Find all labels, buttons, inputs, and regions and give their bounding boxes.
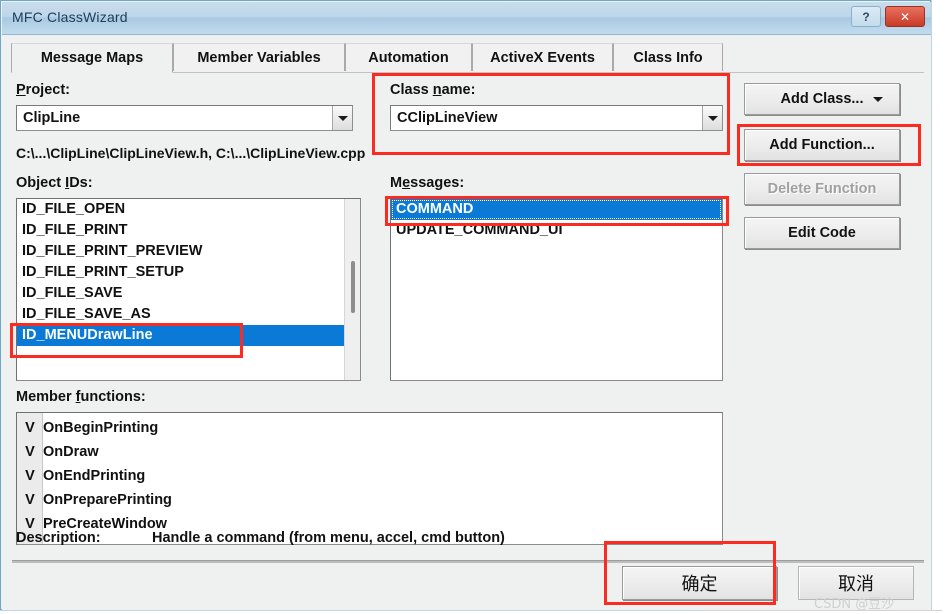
messages-label: Messages:	[390, 175, 465, 191]
footer-separator	[12, 560, 924, 563]
project-combo-value: ClipLine	[23, 110, 81, 126]
project-label: Project:	[16, 82, 70, 98]
mfc-classwizard-window: MFC ClassWizard ? ✕ Message Maps Member …	[0, 0, 942, 612]
object-ids-scrollbar[interactable]	[344, 199, 360, 380]
ok-button[interactable]: 确定	[622, 566, 777, 600]
list-item[interactable]: ID_FILE_SAVE_AS	[17, 304, 360, 325]
list-item[interactable]: ID_FILE_PRINT_SETUP	[17, 262, 360, 283]
list-item[interactable]: ID_FILE_SAVE	[17, 283, 360, 304]
class-name-label: Class name:	[390, 82, 476, 98]
file-path-text: C:\...\ClipLine\ClipLineView.h, C:\...\C…	[16, 145, 366, 161]
edit-code-button[interactable]: Edit Code	[744, 217, 900, 249]
member-function-name: OnDraw	[43, 444, 99, 460]
member-function-name: OnBeginPrinting	[43, 420, 159, 436]
class-name-combo[interactable]: CClipLineView	[390, 105, 723, 131]
list-item[interactable]: ID_FILE_PRINT_PREVIEW	[17, 241, 360, 262]
list-item-selected[interactable]: ID_MENUDrawLine	[17, 325, 360, 346]
tab-class-info[interactable]: Class Info	[613, 43, 723, 71]
virtual-marker-icon: V	[25, 444, 35, 460]
description-label: Description:	[16, 530, 101, 546]
list-item[interactable]: ID_FILE_OPEN	[17, 199, 360, 220]
project-combo[interactable]: ClipLine	[16, 105, 353, 131]
tab-message-maps[interactable]: Message Maps	[11, 43, 173, 73]
list-item[interactable]: UPDATE_COMMAND_UI	[391, 220, 722, 241]
list-item[interactable]: V OnDraw	[17, 440, 722, 464]
dialog-client-area: Message Maps Member Variables Automation…	[2, 35, 942, 612]
close-button[interactable]: ✕	[885, 6, 925, 27]
window-title: MFC ClassWizard	[12, 9, 128, 25]
watermark-line	[702, 610, 942, 611]
title-bar[interactable]: MFC ClassWizard ? ✕	[2, 2, 931, 35]
chevron-down-icon[interactable]	[873, 96, 883, 102]
tab-strip: Message Maps Member Variables Automation…	[11, 43, 726, 73]
window-controls: ? ✕	[851, 6, 925, 27]
list-item-selected[interactable]: COMMAND	[391, 199, 722, 220]
member-function-name: OnEndPrinting	[43, 468, 146, 484]
object-ids-label: Object IDs:	[16, 175, 93, 191]
virtual-marker-icon: V	[25, 492, 35, 508]
list-item[interactable]: V OnPreparePrinting	[17, 488, 722, 512]
messages-listbox[interactable]: COMMAND UPDATE_COMMAND_UI	[390, 198, 723, 381]
tab-automation[interactable]: Automation	[345, 43, 472, 71]
scrollbar-thumb[interactable]	[351, 261, 355, 313]
virtual-marker-icon: V	[25, 420, 35, 436]
object-ids-items: ID_FILE_OPEN ID_FILE_PRINT ID_FILE_PRINT…	[17, 199, 360, 346]
add-class-label: Add Class...	[780, 91, 864, 107]
help-button[interactable]: ?	[851, 6, 881, 27]
add-class-button[interactable]: Add Class...	[744, 83, 900, 115]
tab-member-variables[interactable]: Member Variables	[173, 43, 345, 71]
chevron-down-icon[interactable]	[702, 106, 722, 130]
list-item[interactable]: V OnEndPrinting	[17, 464, 722, 488]
member-functions-label: Member functions:	[16, 389, 146, 405]
member-functions-listbox[interactable]: V OnBeginPrinting V OnDraw V OnEndPrinti…	[16, 412, 723, 545]
add-function-button[interactable]: Add Function...	[744, 129, 900, 161]
member-function-name: OnPreparePrinting	[43, 492, 172, 508]
tab-activex-events[interactable]: ActiveX Events	[472, 43, 613, 71]
class-name-combo-value: CClipLineView	[397, 110, 498, 126]
chevron-down-icon[interactable]	[332, 106, 352, 130]
object-ids-listbox[interactable]: ID_FILE_OPEN ID_FILE_PRINT ID_FILE_PRINT…	[16, 198, 361, 381]
list-item[interactable]: ID_FILE_PRINT	[17, 220, 360, 241]
delete-function-button[interactable]: Delete Function	[744, 173, 900, 205]
virtual-marker-icon: V	[25, 468, 35, 484]
description-text: Handle a command (from menu, accel, cmd …	[152, 530, 505, 546]
list-item[interactable]: V OnBeginPrinting	[17, 416, 722, 440]
